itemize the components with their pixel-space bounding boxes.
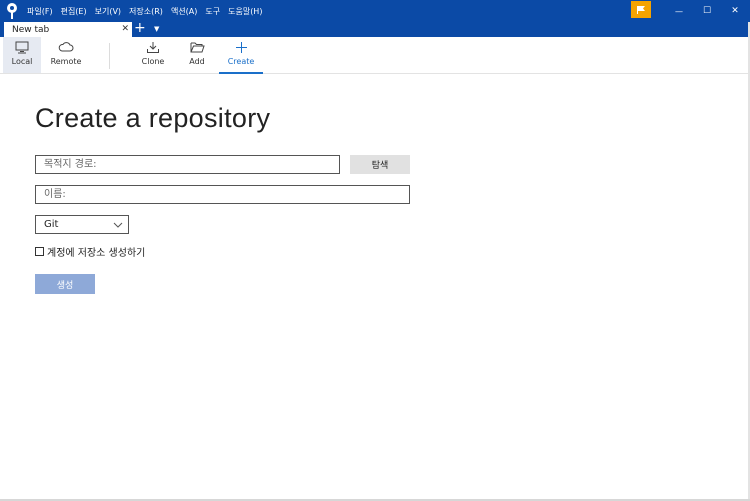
clone-label: Clone bbox=[141, 57, 165, 66]
create-label: Create bbox=[227, 57, 255, 66]
minimize-icon: — bbox=[675, 6, 683, 16]
create-button[interactable]: Create bbox=[219, 37, 263, 73]
close-icon: ✕ bbox=[731, 6, 739, 16]
add-label: Add bbox=[189, 57, 205, 66]
local-label: Local bbox=[11, 57, 33, 66]
active-tab-indicator bbox=[219, 72, 263, 74]
create-on-account-label: 계정에 저장소 생성하기 bbox=[47, 247, 146, 259]
clone-button[interactable]: Clone bbox=[136, 37, 170, 73]
minimize-button[interactable]: — bbox=[664, 0, 694, 22]
title-bar: 파일(F) 편집(E) 보기(V) 저장소(R) 액션(A) 도구 도움말(H)… bbox=[0, 0, 750, 22]
vcs-selected-value: Git bbox=[44, 219, 59, 230]
cloud-icon bbox=[58, 42, 74, 52]
menu-edit[interactable]: 편집(E) bbox=[61, 6, 87, 17]
page-title: Create a repository bbox=[35, 103, 271, 133]
download-icon bbox=[147, 42, 159, 53]
menu-file[interactable]: 파일(F) bbox=[27, 6, 53, 17]
menu-help[interactable]: 도움말(H) bbox=[228, 6, 262, 17]
flag-icon bbox=[637, 5, 645, 14]
destination-path-input[interactable] bbox=[35, 155, 340, 174]
create-on-account-checkbox[interactable] bbox=[35, 246, 44, 256]
vcs-type-select[interactable]: Git bbox=[35, 215, 129, 234]
add-button[interactable]: Add bbox=[180, 37, 214, 73]
browse-button[interactable]: 탐색 bbox=[350, 155, 410, 174]
monitor-icon bbox=[15, 41, 29, 54]
menu-actions[interactable]: 액션(A) bbox=[171, 6, 197, 17]
menu-view[interactable]: 보기(V) bbox=[95, 6, 121, 17]
local-button[interactable]: Local bbox=[3, 37, 41, 73]
menu-tools[interactable]: 도구 bbox=[205, 6, 220, 17]
tab-label: New tab bbox=[12, 24, 50, 35]
menu-bar: 파일(F) 편집(E) 보기(V) 저장소(R) 액션(A) 도구 도움말(H) bbox=[27, 0, 270, 22]
remote-button[interactable]: Remote bbox=[46, 37, 86, 73]
close-window-button[interactable]: ✕ bbox=[720, 0, 750, 22]
new-tab-plus-icon[interactable]: + bbox=[134, 21, 146, 36]
maximize-icon: ☐ bbox=[702, 6, 712, 16]
toolbar-divider bbox=[109, 43, 110, 69]
chevron-down-icon bbox=[113, 222, 123, 228]
tab-strip: New tab ✕ + ▼ bbox=[0, 21, 750, 37]
menu-repository[interactable]: 저장소(R) bbox=[129, 6, 163, 17]
remote-label: Remote bbox=[50, 57, 82, 66]
tab-new-tab[interactable]: New tab ✕ bbox=[4, 22, 132, 37]
tab-list-chevron-down-icon[interactable]: ▼ bbox=[154, 24, 159, 34]
create-repository-button[interactable]: 생성 bbox=[35, 274, 95, 294]
maximize-button[interactable]: ☐ bbox=[692, 0, 722, 22]
folder-open-icon bbox=[190, 42, 205, 53]
notification-flag-button[interactable] bbox=[631, 1, 651, 18]
repository-toolbar: Local Remote Clone Add Create bbox=[0, 37, 750, 74]
repository-name-input[interactable] bbox=[35, 185, 410, 204]
create-on-account-option[interactable]: 계정에 저장소 생성하기 bbox=[35, 245, 146, 259]
sourcetree-logo-icon[interactable] bbox=[4, 2, 20, 20]
tab-close-icon[interactable]: ✕ bbox=[121, 23, 129, 35]
plus-icon bbox=[235, 42, 247, 53]
